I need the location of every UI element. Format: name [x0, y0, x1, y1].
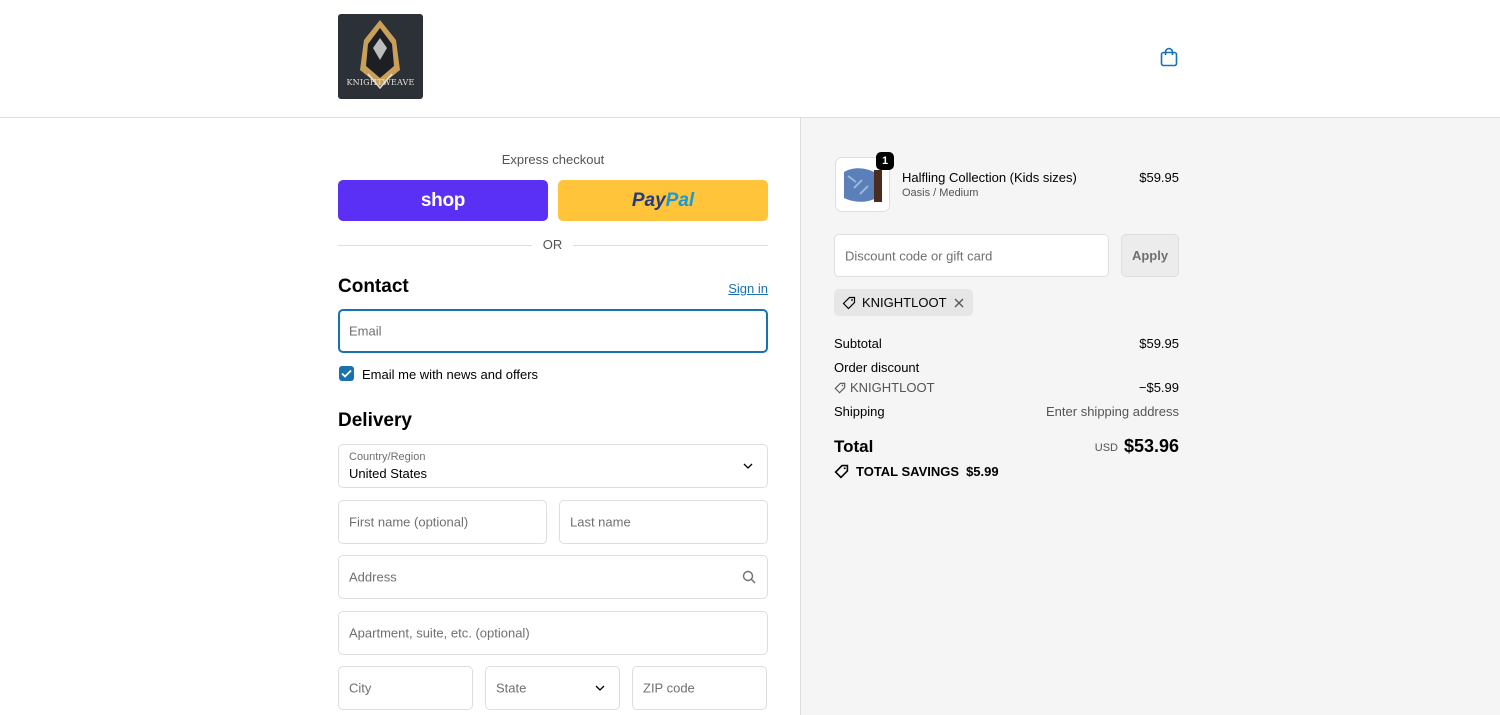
order-discount-label: Order discount [834, 360, 920, 375]
last-name-field[interactable]: Last name [559, 500, 768, 544]
store-logo[interactable]: KNIGHTWEAVE [338, 14, 423, 99]
state-placeholder: State [496, 680, 527, 696]
zip-field[interactable]: ZIP code [632, 666, 767, 710]
subtotal-value: $59.95 [1139, 336, 1179, 351]
total-savings: TOTAL SAVINGS $5.99 [834, 464, 999, 479]
address-field[interactable]: Address [338, 555, 768, 599]
product-name: Halfling Collection (Kids sizes) [902, 170, 1077, 185]
quantity-badge: 1 [876, 152, 894, 170]
remove-discount-button[interactable] [953, 297, 965, 309]
search-icon [742, 570, 756, 584]
paypal-logo-part2: Pal [665, 189, 695, 211]
email-placeholder: Email [349, 323, 382, 339]
sign-in-link[interactable]: Sign in [700, 281, 768, 296]
checkout-form-panel: Express checkout shop Pay Pal OR Contact … [0, 118, 801, 715]
close-icon [954, 298, 963, 307]
country-value: United States [349, 466, 428, 481]
tag-icon [842, 296, 856, 309]
shop-pay-button[interactable]: shop [338, 180, 548, 221]
tag-icon [834, 382, 846, 394]
discount-placeholder: Discount code or gift card [845, 248, 993, 263]
discount-value: −$5.99 [1138, 380, 1179, 395]
divider-left [338, 245, 532, 246]
last-name-placeholder: Last name [570, 514, 631, 530]
newsletter-label: Email me with news and offers [362, 367, 539, 382]
total-label: Total [834, 437, 874, 456]
tag-icon [834, 464, 849, 479]
email-field[interactable]: Email [338, 309, 768, 353]
savings-value: $5.99 [966, 464, 999, 479]
zip-placeholder: ZIP code [643, 680, 695, 696]
total-currency: USD [1094, 442, 1118, 454]
or-divider-label: OR [542, 237, 563, 252]
chevron-down-icon [743, 463, 753, 469]
paypal-button[interactable]: Pay Pal [558, 180, 768, 221]
delivery-heading: Delivery [338, 410, 412, 431]
product-price: $59.95 [1139, 170, 1179, 185]
country-select[interactable]: Country/Region United States [338, 444, 768, 488]
address-placeholder: Address [349, 569, 397, 585]
state-select[interactable]: State [485, 666, 620, 710]
discount-code-row: KNIGHTLOOT [834, 380, 935, 395]
contact-heading: Contact [338, 276, 409, 297]
total-value: $53.96 [1123, 436, 1179, 456]
applied-code-label: KNIGHTLOOT [862, 295, 947, 310]
apply-discount-button[interactable]: Apply [1121, 234, 1179, 277]
first-name-placeholder: First name (optional) [349, 514, 469, 530]
applied-discount-chip: KNIGHTLOOT [834, 289, 973, 316]
express-checkout-label: Express checkout [501, 152, 605, 167]
savings-label: TOTAL SAVINGS [856, 464, 960, 479]
first-name-field[interactable]: First name (optional) [338, 500, 547, 544]
paypal-logo-part1: Pay [631, 189, 666, 211]
order-summary-panel: 1 Halfling Collection (Kids sizes) Oasis… [801, 118, 1500, 715]
site-header: KNIGHTWEAVE [0, 0, 1500, 118]
apartment-placeholder: Apartment, suite, etc. (optional) [349, 625, 530, 641]
apartment-field[interactable]: Apartment, suite, etc. (optional) [338, 611, 768, 655]
shipping-label: Shipping [834, 404, 885, 419]
shopping-bag-icon [1160, 47, 1178, 67]
product-variant: Oasis / Medium [902, 187, 979, 199]
discount-code-field[interactable]: Discount code or gift card [834, 234, 1109, 277]
cart-button[interactable] [1156, 44, 1182, 70]
subtotal-label: Subtotal [834, 336, 882, 351]
discount-code-text: KNIGHTLOOT [850, 380, 935, 395]
country-label: Country/Region [349, 451, 426, 463]
divider-right [573, 245, 768, 246]
logo-text: KNIGHTWEAVE [346, 78, 415, 87]
city-field[interactable]: City [338, 666, 473, 710]
shipping-value: Enter shipping address [1046, 404, 1179, 419]
newsletter-checkbox[interactable] [339, 366, 354, 381]
checkmark-icon [341, 369, 352, 378]
city-placeholder: City [349, 680, 372, 696]
chevron-down-icon [595, 685, 605, 691]
